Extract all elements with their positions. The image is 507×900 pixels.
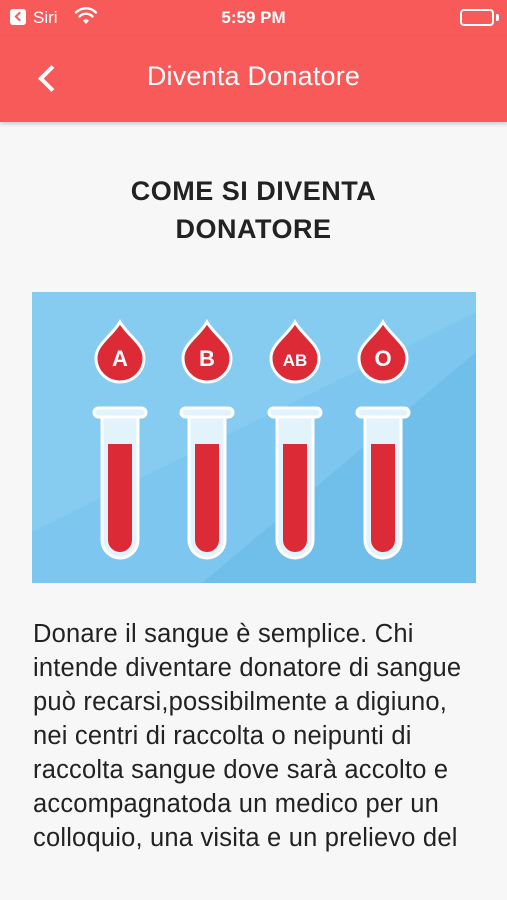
blood-type-label: O	[374, 346, 391, 371]
screen: Siri 5:59 PM Diventa Donatore COME SI DI…	[0, 0, 507, 900]
test-tube-b	[179, 406, 235, 560]
nav-bar: Diventa Donatore	[0, 36, 507, 122]
status-time: 5:59 PM	[221, 8, 286, 27]
battery-icon	[460, 9, 494, 26]
status-bar: Siri 5:59 PM	[0, 0, 507, 36]
blood-type-label: AB	[283, 351, 308, 370]
page-title: COME SI DIVENTA DONATORE	[130, 176, 377, 244]
description-text: Donare il sangue è semplice. Chi intende…	[33, 620, 462, 852]
test-tube-o	[355, 406, 411, 560]
battery-tip	[496, 14, 499, 21]
blood-types-illustration: A B AB O	[32, 292, 476, 583]
test-tube-ab	[267, 406, 323, 560]
nav-title: Diventa Donatore	[146, 61, 361, 91]
test-tube-a	[92, 406, 148, 560]
blood-type-label: B	[199, 346, 215, 371]
blood-type-label: A	[112, 346, 128, 371]
